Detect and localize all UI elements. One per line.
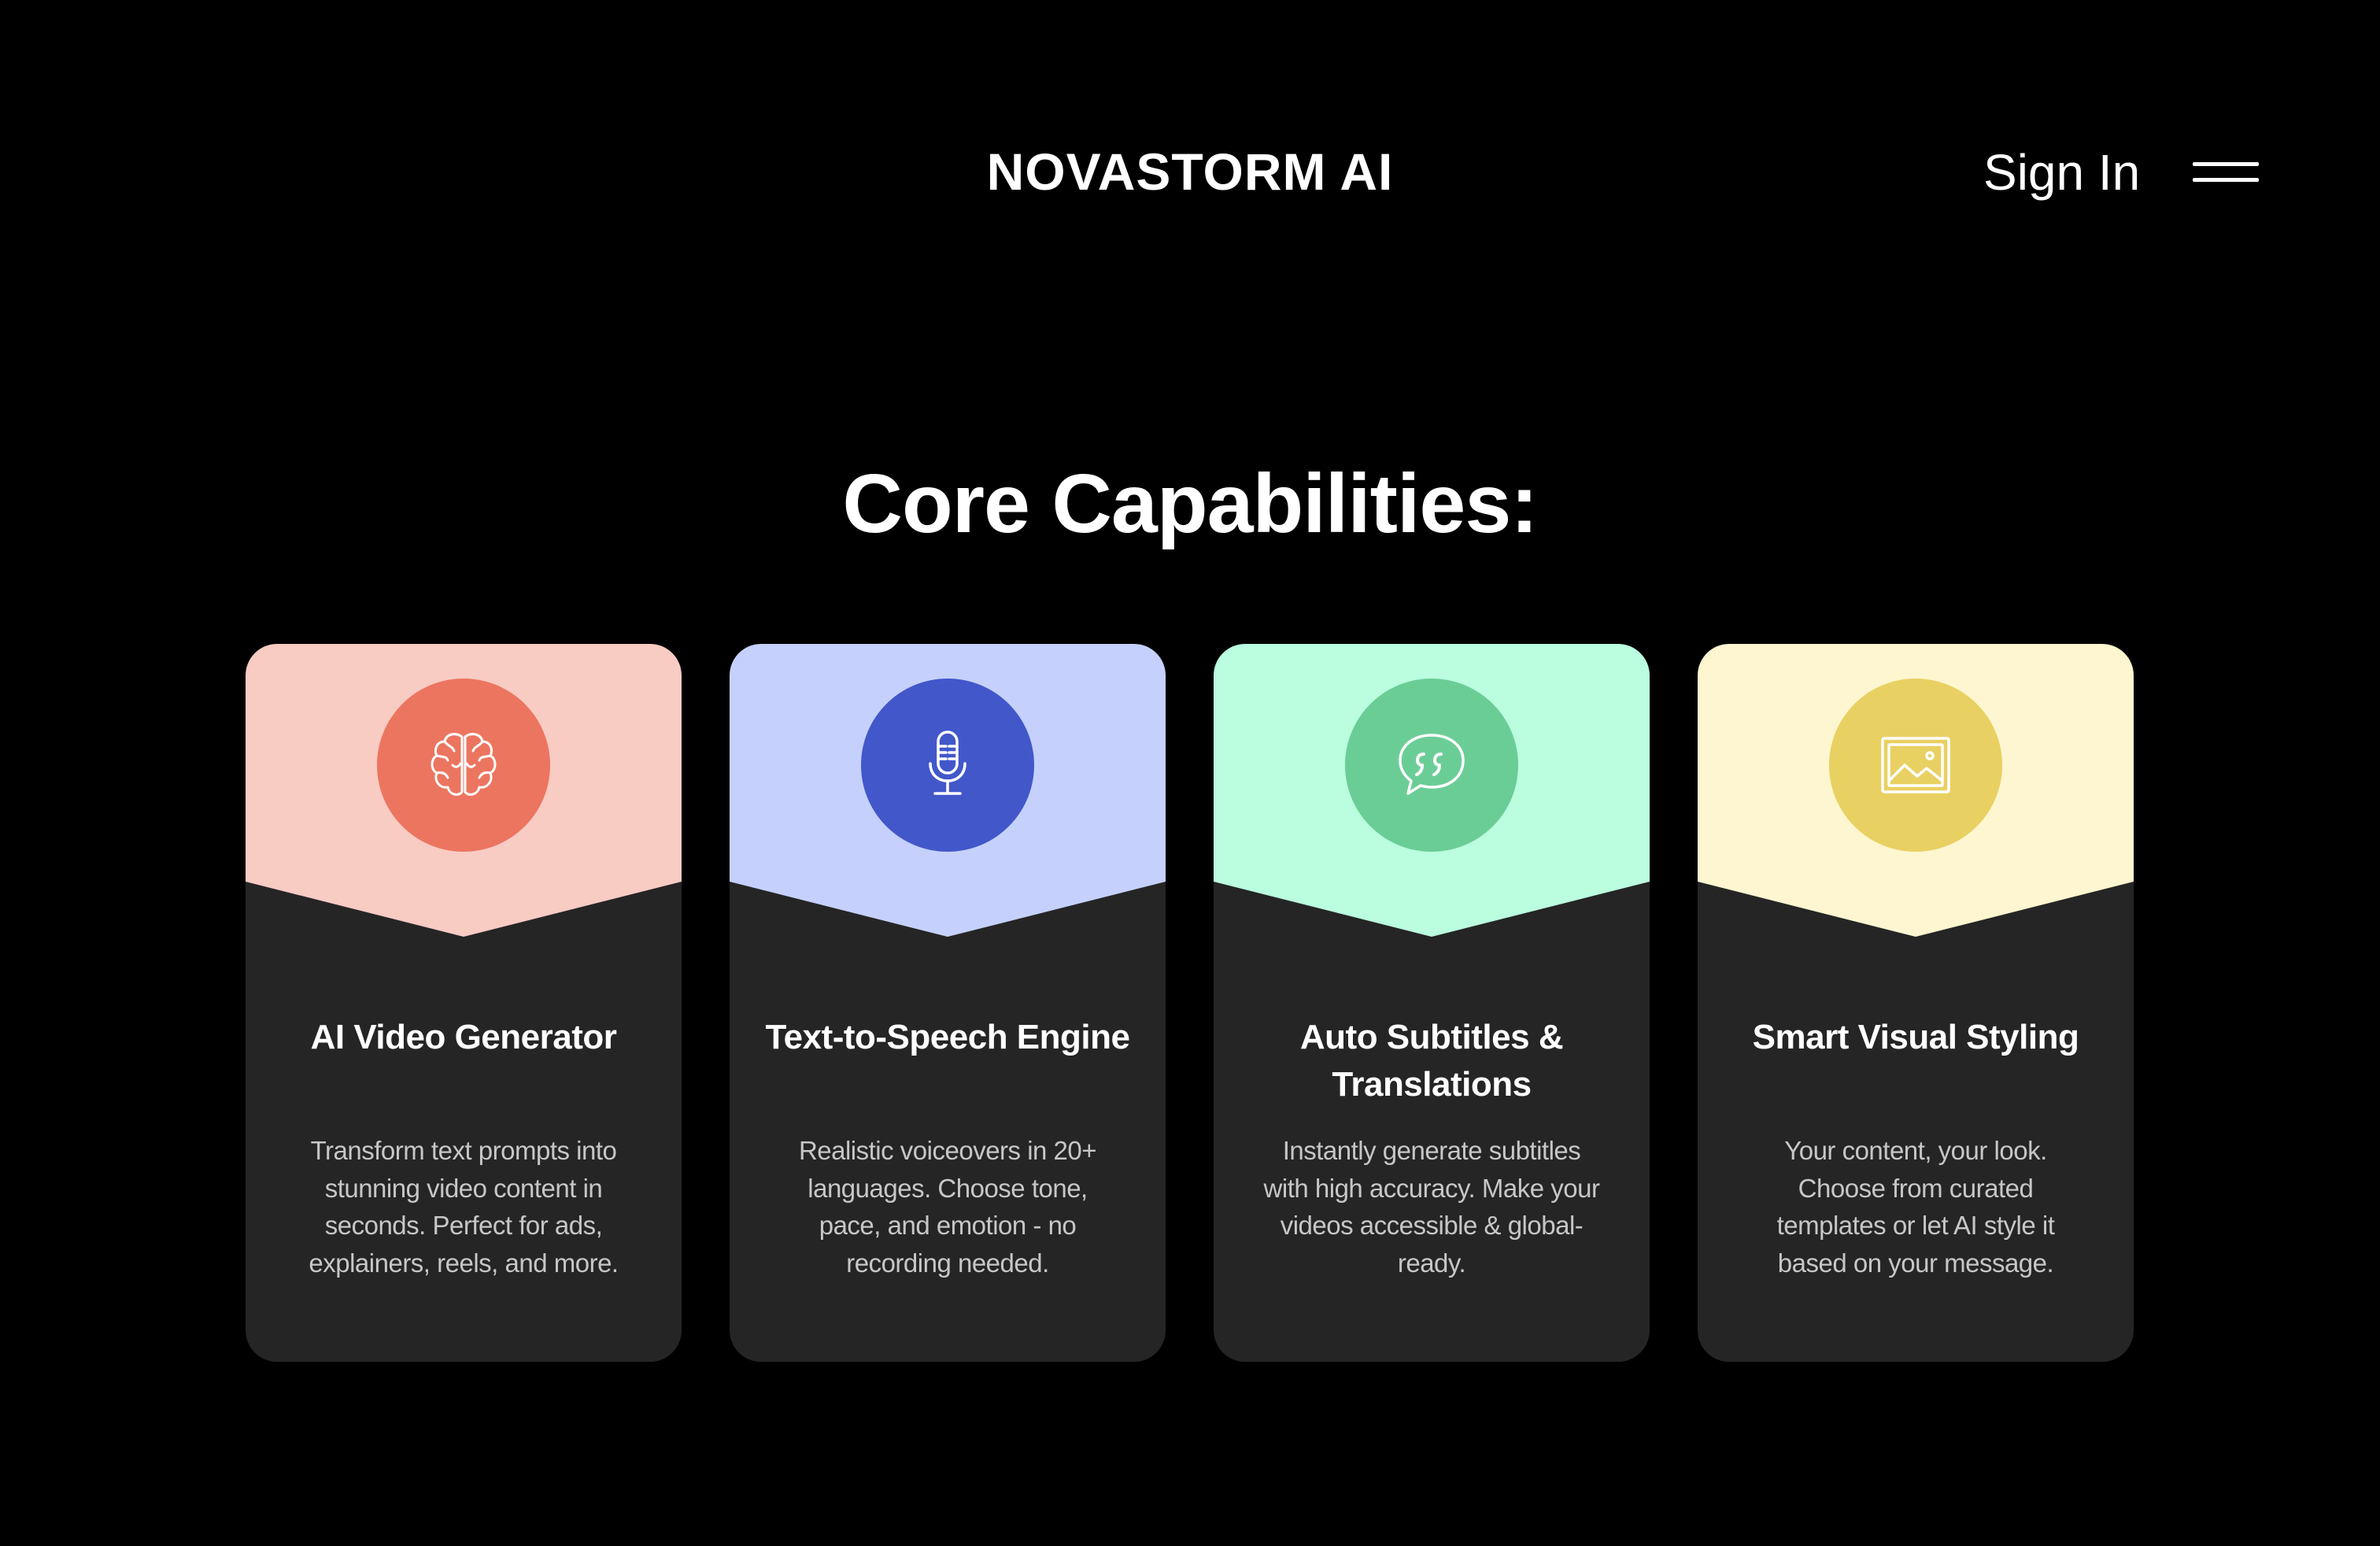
card-description: Instantly generate subtitles with high a…	[1263, 1136, 1600, 1278]
sign-in-link[interactable]: Sign In	[1983, 143, 2140, 202]
menu-bar-bottom	[2193, 178, 2259, 182]
card-description: Realistic voiceovers in 20+ languages. C…	[798, 1136, 1097, 1278]
image-icon	[1829, 679, 2002, 852]
card-header	[1214, 644, 1650, 937]
card-title: Smart Visual Styling	[1752, 1018, 2079, 1056]
card-title: Auto Subtitles & Translations	[1299, 1018, 1564, 1104]
card-description: Your content, your look. Choose from cur…	[1776, 1136, 2055, 1278]
top-navigation: NOVASTORM AI Sign In	[0, 0, 2380, 354]
card-header	[1698, 644, 2134, 937]
capability-card-tts: Text-to-Speech Engine Realistic voiceove…	[730, 644, 1166, 1362]
microphone-icon	[861, 679, 1034, 852]
brain-icon	[377, 679, 550, 852]
brand-logo[interactable]: NOVASTORM AI	[905, 142, 1475, 202]
hamburger-menu-icon[interactable]	[2193, 154, 2259, 189]
card-header	[730, 644, 1166, 937]
card-title: Text-to-Speech Engine	[765, 1018, 1130, 1056]
menu-bar-top	[2193, 162, 2259, 166]
capability-card-styling: Smart Visual Styling Your content, your …	[1698, 644, 2134, 1362]
card-title: AI Video Generator	[310, 1018, 617, 1056]
card-description: Transform text prompts into stunning vid…	[309, 1136, 619, 1278]
card-header	[246, 644, 682, 937]
quote-bubble-icon	[1345, 679, 1518, 852]
capability-card-subtitles: Auto Subtitles & Translations Instantly …	[1214, 644, 1650, 1362]
capability-card-ai-video: AI Video Generator Transform text prompt…	[246, 644, 682, 1362]
section-title: Core Capabilities:	[842, 457, 1538, 550]
